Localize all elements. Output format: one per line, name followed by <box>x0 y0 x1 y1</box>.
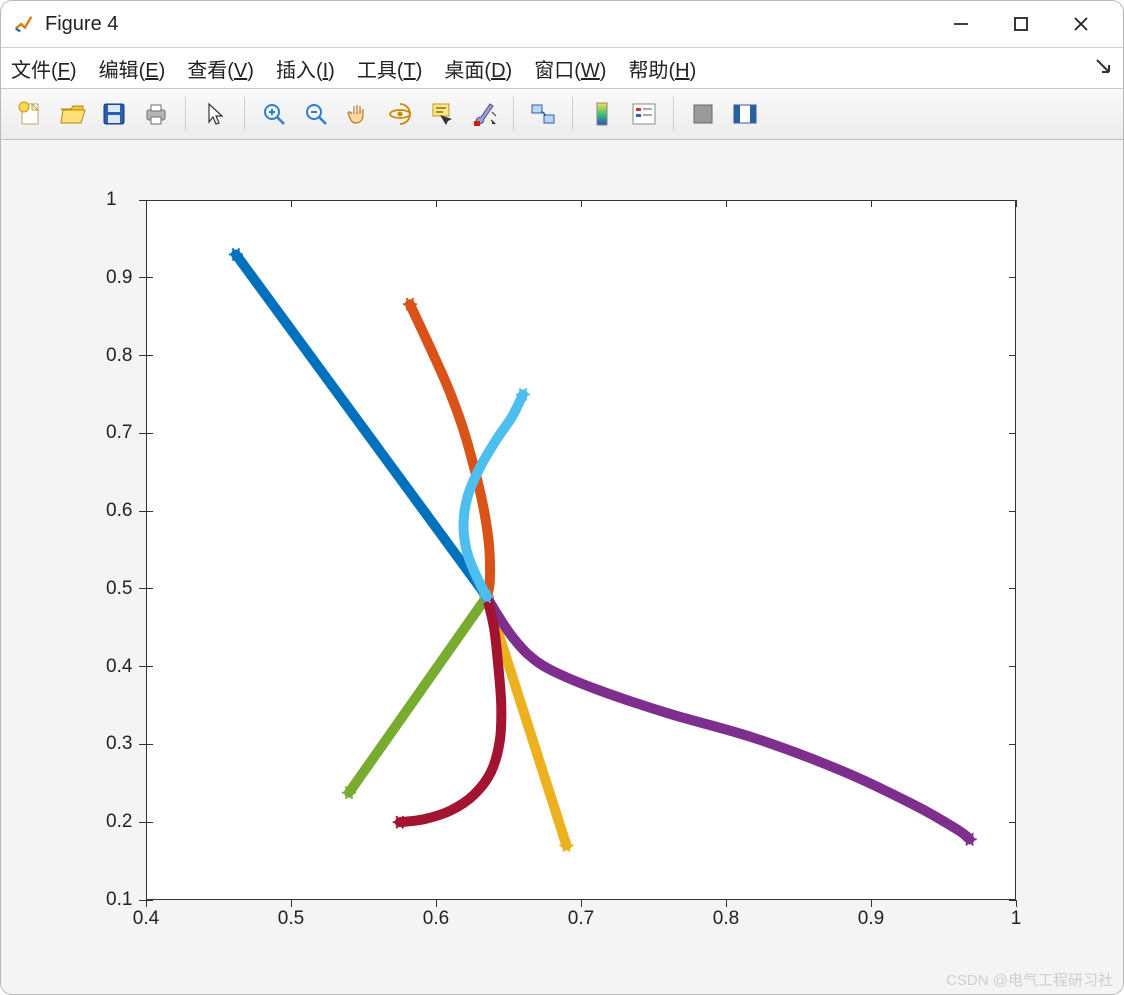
brush-icon[interactable] <box>467 97 501 131</box>
watermark: CSDN @电气工程研习社 <box>946 969 1113 990</box>
new-figure-icon[interactable] <box>13 97 47 131</box>
colorbar-icon[interactable] <box>585 97 619 131</box>
menu-help[interactable]: 帮助(H) <box>624 52 700 85</box>
menubar: 文件(F) 编辑(E) 查看(V) 插入(I) 工具(T) 桌面(D) 窗口(W… <box>1 48 1123 89</box>
titlebar: Figure 4 <box>1 1 1123 48</box>
legend-icon[interactable] <box>627 97 661 131</box>
menu-desktop[interactable]: 桌面(D) <box>440 52 516 85</box>
pointer-icon[interactable] <box>198 97 232 131</box>
menu-insert[interactable]: 插入(I) <box>272 52 339 85</box>
dock-icon[interactable] <box>1095 58 1113 82</box>
minimize-button[interactable] <box>931 1 991 47</box>
menu-view[interactable]: 查看(V) <box>183 52 258 85</box>
close-button[interactable] <box>1051 1 1111 47</box>
menu-file[interactable]: 文件(F) <box>7 52 81 85</box>
plot-canvas[interactable]: CSDN @电气工程研习社 0.40.50.60.70.80.910.10.20… <box>1 140 1123 994</box>
zoom-in-icon[interactable] <box>257 97 291 131</box>
menu-edit[interactable]: 编辑(E) <box>95 52 170 85</box>
series-s4 <box>487 597 970 840</box>
save-icon[interactable] <box>97 97 131 131</box>
maximize-button[interactable] <box>991 1 1051 47</box>
link-axes-icon[interactable] <box>526 97 560 131</box>
series-s5 <box>349 597 487 793</box>
window-title: Figure 4 <box>45 13 118 36</box>
menu-window[interactable]: 窗口(W) <box>530 52 610 85</box>
menu-tools[interactable]: 工具(T) <box>353 52 427 85</box>
figure-window: Figure 4 文件(F) 编辑(E) 查看(V) 插入(I) 工具(T) 桌… <box>0 0 1124 995</box>
matlab-icon <box>13 13 35 35</box>
print-icon[interactable] <box>139 97 173 131</box>
series-s1 <box>236 254 487 596</box>
zoom-out-icon[interactable] <box>299 97 333 131</box>
toolbar <box>1 89 1123 140</box>
chart-lines <box>1 140 1056 960</box>
pan-icon[interactable] <box>341 97 375 131</box>
data-cursor-icon[interactable] <box>425 97 459 131</box>
series-s6 <box>400 597 502 823</box>
hide-plot-tools-icon[interactable] <box>686 97 720 131</box>
open-icon[interactable] <box>55 97 89 131</box>
rotate3d-icon[interactable] <box>383 97 417 131</box>
show-plot-tools-icon[interactable] <box>728 97 762 131</box>
